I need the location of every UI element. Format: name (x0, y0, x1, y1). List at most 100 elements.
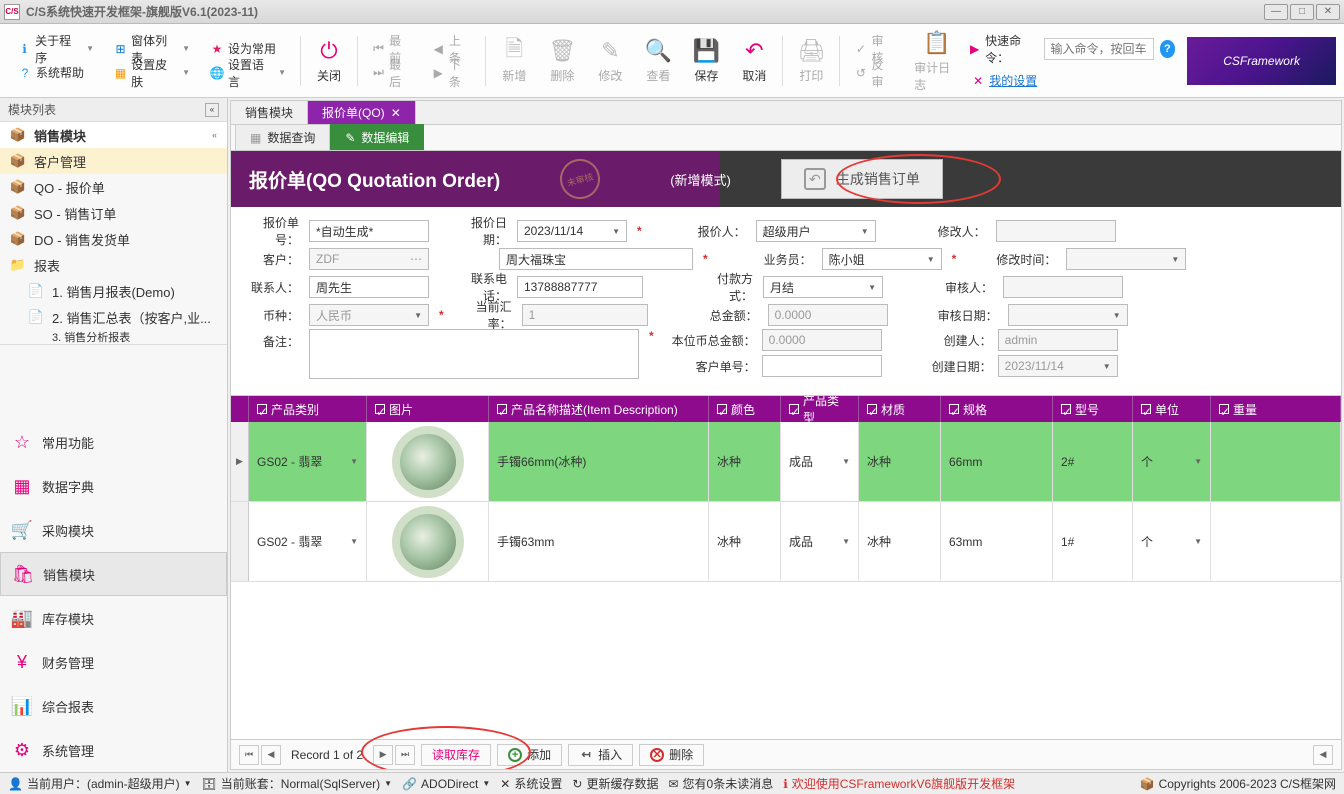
close-form-button[interactable]: ⏻关闭 (305, 24, 353, 97)
unaudit-button[interactable]: ↺反审 (850, 63, 898, 83)
cell-spec[interactable]: 66mm (941, 422, 1053, 501)
cell-color[interactable]: 冰种 (709, 422, 781, 501)
col-model[interactable]: ✓型号 (1053, 396, 1133, 422)
grid-prev-button[interactable]: ◀ (261, 745, 281, 765)
generate-order-button[interactable]: ↶生成销售订单 (781, 159, 943, 199)
cell-image[interactable] (367, 502, 489, 581)
col-material[interactable]: ✓材质 (859, 396, 941, 422)
cell-spec[interactable]: 63mm (941, 502, 1053, 581)
close-button[interactable]: ✕ (1316, 4, 1340, 20)
cell-category[interactable]: GS02 - 翡翠▼ (249, 422, 367, 501)
grid-add-button[interactable]: +添加 (497, 744, 562, 766)
add-button[interactable]: 🗎新增 (490, 24, 538, 97)
col-image[interactable]: ✓图片 (367, 396, 489, 422)
quick-cmd-input[interactable] (1044, 38, 1154, 60)
date-input[interactable]: 2023/11/14▼ (517, 220, 627, 242)
status-refresh[interactable]: ↻更新缓存数据 (572, 775, 658, 792)
sidebar-collapse-button[interactable]: « (205, 103, 219, 117)
paymethod-input[interactable]: 月结▼ (763, 276, 883, 298)
status-adodirect[interactable]: 🔗ADODirect▼ (402, 777, 490, 791)
quoter-input[interactable]: 超级用户▼ (756, 220, 876, 242)
cell-model[interactable]: 1# (1053, 502, 1133, 581)
customer-code-input[interactable]: ZDF⋯ (309, 248, 429, 270)
minimize-button[interactable]: — (1264, 4, 1288, 20)
save-button[interactable]: 💾保存 (682, 24, 730, 97)
about-button[interactable]: ℹ关于程序▼ (14, 39, 98, 59)
grid-last-button[interactable]: ⏭ (395, 745, 415, 765)
phone-input[interactable]: 13788887777 (517, 276, 643, 298)
module-purchase[interactable]: 🛒采购模块 (0, 508, 227, 552)
orderno-input[interactable]: *自动生成* (309, 220, 429, 242)
module-reports[interactable]: 📊综合报表 (0, 684, 227, 728)
quick-help-icon[interactable]: ? (1160, 40, 1176, 58)
module-stock[interactable]: 🏭库存模块 (0, 596, 227, 640)
module-system[interactable]: ⚙系统管理 (0, 728, 227, 772)
grid-insert-button[interactable]: ↤插入 (568, 744, 633, 766)
table-row[interactable]: GS02 - 翡翠▼ 手镯63mm 冰种 成品▼ 冰种 63mm 1# 个▼ (231, 502, 1341, 582)
col-color[interactable]: ✓颜色 (709, 396, 781, 422)
delete-button[interactable]: 🗑删除 (538, 24, 586, 97)
cell-type[interactable]: 成品▼ (781, 422, 859, 501)
status-messages[interactable]: ✉您有0条未读消息 (668, 775, 773, 792)
cell-desc[interactable]: 手镯63mm (489, 502, 709, 581)
tab-close-icon[interactable]: ✕ (391, 106, 401, 120)
nav-last-button[interactable]: ⏭最后 (368, 63, 416, 83)
sidebar-item-reports[interactable]: 📁报表 (0, 252, 227, 278)
cell-material[interactable]: 冰种 (859, 422, 941, 501)
cell-type[interactable]: 成品▼ (781, 502, 859, 581)
sidebar-item-report3[interactable]: 3. 销售分析报表 (0, 330, 227, 344)
salesman-input[interactable]: 陈小姐▼ (822, 248, 942, 270)
customer-name-input[interactable]: 周大福珠宝 (499, 248, 693, 270)
cell-unit[interactable]: 个▼ (1133, 422, 1211, 501)
print-button[interactable]: 🖨打印 (787, 24, 835, 97)
col-desc[interactable]: ✓产品名称描述(Item Description) (489, 396, 709, 422)
status-user[interactable]: 👤当前用户：(admin-超级用户)▼ (8, 775, 192, 792)
status-sysconfig[interactable]: ✕系统设置 (500, 775, 562, 792)
edit-button[interactable]: ✎修改 (586, 24, 634, 97)
sidebar-item-so[interactable]: 📦SO - 销售订单 (0, 200, 227, 226)
cancel-button[interactable]: ↶取消 (730, 24, 778, 97)
cell-weight[interactable] (1211, 422, 1341, 501)
cell-category[interactable]: GS02 - 翡翠▼ (249, 502, 367, 581)
contact-input[interactable]: 周先生 (309, 276, 429, 298)
module-sales[interactable]: 🛍销售模块 (0, 552, 227, 596)
grid-first-button[interactable]: ⏮ (239, 745, 259, 765)
maximize-button[interactable]: □ (1290, 4, 1314, 20)
module-finance[interactable]: ¥财务管理 (0, 640, 227, 684)
cell-model[interactable]: 2# (1053, 422, 1133, 501)
remark-input[interactable] (309, 329, 639, 379)
module-common[interactable]: ☆常用功能 (0, 420, 227, 464)
nav-next-button[interactable]: ▶下条 (428, 63, 476, 83)
grid-delete-button[interactable]: ✕删除 (639, 744, 704, 766)
col-type[interactable]: ✓产品类型 (781, 396, 859, 422)
language-button[interactable]: 🌐设置语言▼ (206, 63, 290, 83)
cell-weight[interactable] (1211, 502, 1341, 581)
view-button[interactable]: 🔍查看 (634, 24, 682, 97)
custno-input[interactable] (762, 355, 882, 377)
read-stock-button[interactable]: 读取库存 (421, 744, 491, 766)
sidebar-module-title[interactable]: 📦销售模块« (0, 122, 227, 148)
subtab-query[interactable]: ▦数据查询 (235, 124, 330, 150)
col-category[interactable]: ✓产品类别 (249, 396, 367, 422)
module-dict[interactable]: ▦数据字典 (0, 464, 227, 508)
scroll-left-button[interactable]: ◀ (1313, 745, 1333, 765)
subtab-edit[interactable]: ✎数据编辑 (330, 124, 424, 150)
currency-input[interactable]: 人民币▼ (309, 304, 429, 326)
help-button[interactable]: ?系统帮助 (14, 63, 98, 83)
sidebar-item-qo[interactable]: 📦QO - 报价单 (0, 174, 227, 200)
status-account[interactable]: 🗄当前账套：Normal(SqlServer)▼ (202, 775, 393, 792)
auditlog-button[interactable]: 📋审计日志 (904, 24, 970, 97)
col-spec[interactable]: ✓规格 (941, 396, 1053, 422)
cell-image[interactable] (367, 422, 489, 501)
cell-desc[interactable]: 手镯66mm(冰种) (489, 422, 709, 501)
cell-unit[interactable]: 个▼ (1133, 502, 1211, 581)
sidebar-item-do[interactable]: 📦DO - 销售发货单 (0, 226, 227, 252)
col-unit[interactable]: ✓单位 (1133, 396, 1211, 422)
sidebar-item-customer[interactable]: 📦客户管理 (0, 148, 227, 174)
status-welcome[interactable]: ℹ欢迎使用CSFrameworkV6旗舰版开发框架 (783, 775, 1015, 792)
cell-color[interactable]: 冰种 (709, 502, 781, 581)
table-row[interactable]: ▶ GS02 - 翡翠▼ 手镯66mm(冰种) 冰种 成品▼ 冰种 66mm 2… (231, 422, 1341, 502)
tab-qo[interactable]: 报价单(QO)✕ (308, 101, 416, 124)
skin-button[interactable]: ▦设置皮肤▼ (110, 63, 194, 83)
sidebar-item-report2[interactable]: 📄2. 销售汇总表（按客户,业... (0, 304, 227, 330)
